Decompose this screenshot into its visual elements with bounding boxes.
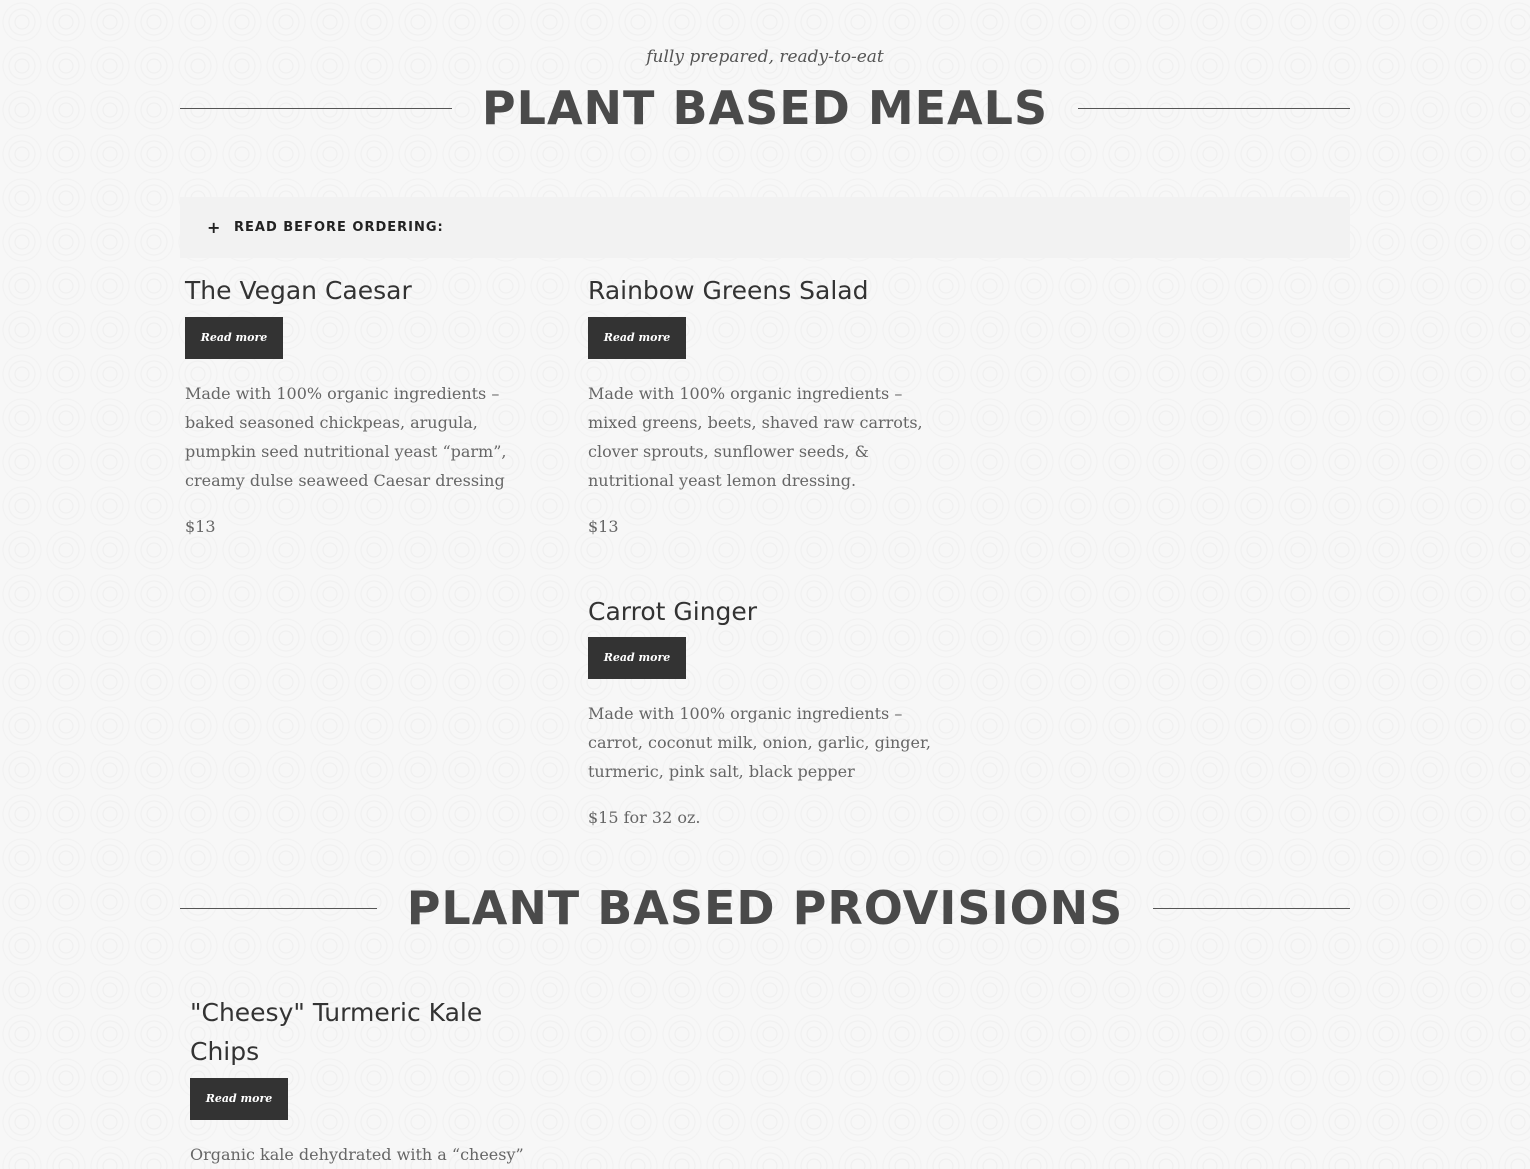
title-line: "Cheesy" Turmeric Kale xyxy=(190,998,483,1027)
divider-right xyxy=(1078,107,1351,109)
description-line: turmeric, pink salt, black pepper xyxy=(588,762,855,781)
item-price: $13 xyxy=(588,517,619,536)
item-title: "Cheesy" Turmeric Kale Chips xyxy=(190,993,550,1071)
menu-item: Rainbow Greens Salad Read more Made with… xyxy=(588,271,948,539)
item-price: $13 xyxy=(185,517,216,536)
item-description: Made with 100% organic ingredients – car… xyxy=(588,699,948,786)
item-description: Made with 100% organic ingredients – bak… xyxy=(185,379,545,495)
provisions-section-title: PLANT BASED PROVISIONS xyxy=(406,881,1124,935)
description-line: nutritional yeast lemon dressing. xyxy=(588,471,857,490)
menu-item: The Vegan Caesar Read more Made with 100… xyxy=(185,271,545,539)
read-more-button[interactable]: Read more xyxy=(588,637,686,679)
description-line: mixed greens, beets, shaved raw carrots, xyxy=(588,413,923,432)
description-line: Made with 100% organic ingredients – xyxy=(185,384,500,403)
read-more-button[interactable]: Read more xyxy=(190,1078,288,1120)
meals-section-title: PLANT BASED MEALS xyxy=(481,81,1049,135)
description-line: pumpkin seed nutritional yeast “parm”, xyxy=(185,442,507,461)
divider-right xyxy=(1153,907,1351,909)
item-title: The Vegan Caesar xyxy=(185,276,412,305)
notice-label: READ BEFORE ORDERING: xyxy=(234,220,444,235)
divider-left xyxy=(180,107,452,109)
item-description: Organic kale dehydrated with a “cheesy” xyxy=(190,1140,550,1169)
menu-item: "Cheesy" Turmeric Kale Chips Read more O… xyxy=(190,993,550,1169)
meals-section-header: PLANT BASED MEALS xyxy=(180,80,1351,136)
divider-left xyxy=(180,907,377,909)
item-description: Made with 100% organic ingredients – mix… xyxy=(588,379,948,495)
section-kicker: fully prepared, ready-to-eat xyxy=(646,47,884,67)
description-line: Organic kale dehydrated with a “cheesy” xyxy=(190,1145,524,1164)
item-price: $15 for 32 oz. xyxy=(588,808,701,827)
description-line: baked seasoned chickpeas, arugula, xyxy=(185,413,478,432)
description-line: clover sprouts, sunflower seeds, & xyxy=(588,442,869,461)
read-more-button[interactable]: Read more xyxy=(185,317,283,359)
read-more-button[interactable]: Read more xyxy=(588,317,686,359)
description-line: carrot, coconut milk, onion, garlic, gin… xyxy=(588,733,931,752)
description-line: Made with 100% organic ingredients – xyxy=(588,384,903,403)
plus-icon: + xyxy=(207,218,221,237)
item-title: Carrot Ginger xyxy=(588,597,758,626)
provisions-section-header: PLANT BASED PROVISIONS xyxy=(180,880,1351,936)
read-before-ordering-toggle[interactable]: + READ BEFORE ORDERING: xyxy=(180,197,1350,258)
description-line: Made with 100% organic ingredients – xyxy=(588,704,903,723)
menu-item: Carrot Ginger Read more Made with 100% o… xyxy=(588,592,948,830)
title-line: Chips xyxy=(190,1037,260,1066)
item-title: Rainbow Greens Salad xyxy=(588,276,869,305)
description-line: creamy dulse seaweed Caesar dressing xyxy=(185,471,505,490)
